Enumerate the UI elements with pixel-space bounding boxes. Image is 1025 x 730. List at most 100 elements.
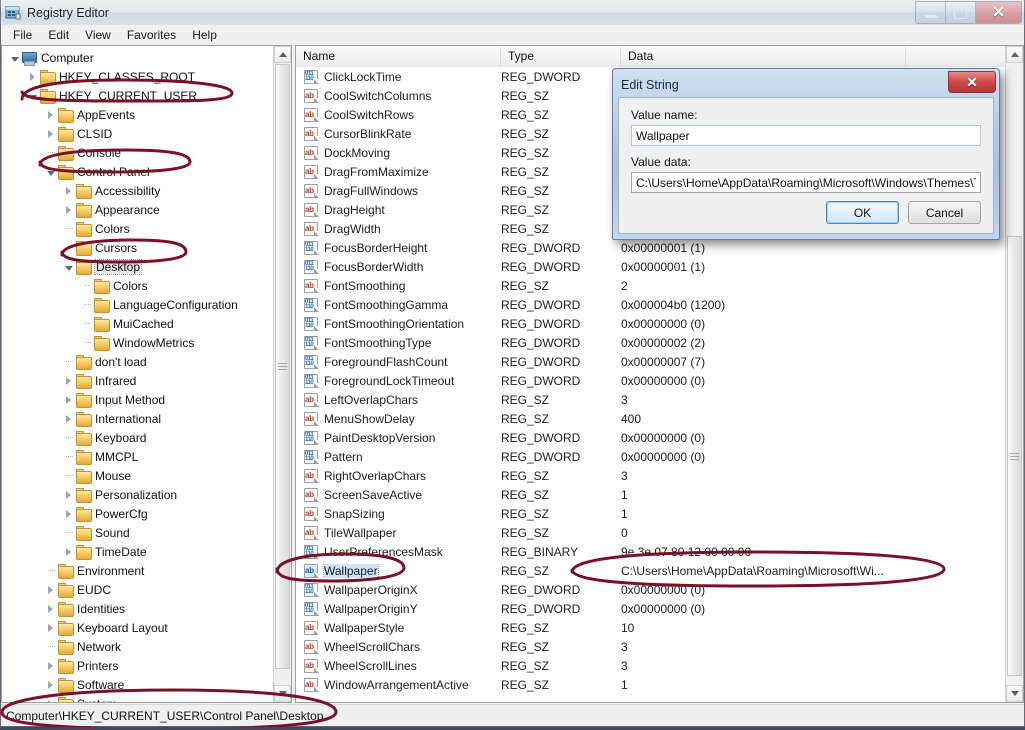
tree-node-sound[interactable]: Sound [6,523,274,542]
expander-expand-icon[interactable] [62,203,75,216]
dialog-close-button[interactable]: ✕ [948,71,996,93]
expander-expand-icon[interactable] [44,602,57,615]
table-row[interactable]: 011 110 FontSmoothingType REG_DWORD 0x000000… [296,333,1006,352]
table-row[interactable]: ab ScreenSaveActive REG_SZ 1 [296,485,1006,504]
table-row[interactable]: 011 110 FocusBorderWidth REG_DWORD 0x0000000… [296,257,1006,276]
table-row[interactable]: ab SnapSizing REG_SZ 1 [296,504,1006,523]
tree-node-personalization[interactable]: Personalization [6,485,274,504]
tree-node-network[interactable]: Network [6,637,274,656]
tree-node-printers[interactable]: Printers [6,656,274,675]
tree-vertical-scrollbar[interactable] [273,46,291,702]
expander-collapse-icon[interactable] [26,89,39,102]
restore-button[interactable] [946,2,976,23]
tree-node-appevents[interactable]: AppEvents [6,105,274,124]
column-header-name[interactable]: Name [296,46,501,67]
tree-node-colors[interactable]: Colors [6,276,274,295]
column-header-type[interactable]: Type [501,46,621,67]
value-data-input[interactable] [631,172,981,193]
expander-collapse-icon[interactable] [44,165,57,178]
tree-node-control-panel[interactable]: Control Panel [6,162,274,181]
list-vertical-scrollbar[interactable] [1005,46,1023,702]
registry-tree[interactable]: Computer HKEY_CLASSES_ROOT HKEY_CURRENT_US… [2,46,274,702]
table-row[interactable]: 011 110 ForegroundFlashCount REG_DWORD 0x000… [296,352,1006,371]
table-row[interactable]: ab MenuShowDelay REG_SZ 400 [296,409,1006,428]
table-row[interactable]: 011 110 PaintDesktopVersion REG_DWORD 0x0000… [296,428,1006,447]
tree-node-muicached[interactable]: MuiCached [6,314,274,333]
table-row[interactable]: ab FontSmoothing REG_SZ 2 [296,276,1006,295]
list-scroll-thumb[interactable] [1007,236,1022,676]
tree-node-timedate[interactable]: TimeDate [6,542,274,561]
expander-expand-icon[interactable] [62,545,75,558]
tree-node-infrared[interactable]: Infrared [6,371,274,390]
table-row[interactable]: 011 110 UserPreferencesMask REG_BINARY 9e 3e… [296,542,1006,561]
expander-expand-icon[interactable] [62,412,75,425]
table-row[interactable]: 011 110 FontSmoothingGamma REG_DWORD 0x00000… [296,295,1006,314]
expander-expand-icon[interactable] [44,127,57,140]
tree-node-cursors[interactable]: Cursors [6,238,274,257]
expander-expand-icon[interactable] [44,697,57,702]
table-row[interactable]: 011 110 FontSmoothingOrientation REG_DWORD 0… [296,314,1006,333]
list-scroll-up-button[interactable] [1006,46,1023,63]
table-row[interactable]: 011 110 WallpaperOriginY REG_DWORD 0x0000000… [296,599,1006,618]
value-name-input[interactable] [631,125,981,146]
tree-node-clsid[interactable]: CLSID [6,124,274,143]
expander-expand-icon[interactable] [62,184,75,197]
tree-node-mmcpl[interactable]: MMCPL [6,447,274,466]
table-row[interactable]: ab RightOverlapChars REG_SZ 3 [296,466,1006,485]
expander-expand-icon[interactable] [62,488,75,501]
tree-node-keyboard-layout[interactable]: Keyboard Layout [6,618,274,637]
tree-node-system[interactable]: System [6,694,274,702]
tree-node-eudc[interactable]: EUDC [6,580,274,599]
table-row[interactable]: 011 110 FocusBorderHeight REG_DWORD 0x000000… [296,238,1006,257]
table-row[interactable]: ab WheelScrollLines REG_SZ 3 [296,656,1006,675]
menu-view[interactable]: View [77,26,119,44]
list-scroll-down-button[interactable] [1006,685,1023,702]
tree-node-desktop[interactable]: Desktop [6,257,274,276]
expander-collapse-icon[interactable] [8,51,21,64]
ok-button[interactable]: OK [826,201,899,224]
tree-node-mouse[interactable]: Mouse [6,466,274,485]
table-row[interactable]: 011 110 WallpaperOriginX REG_DWORD 0x0000000… [296,580,1006,599]
table-row[interactable]: ab WallpaperStyle REG_SZ 10 [296,618,1006,637]
expander-expand-icon[interactable] [44,659,57,672]
tree-scroll-down-button[interactable] [274,685,291,702]
tree-node-input-method[interactable]: Input Method [6,390,274,409]
tree-node-computer[interactable]: Computer [6,48,274,67]
tree-node-accessibility[interactable]: Accessibility [6,181,274,200]
tree-node-software[interactable]: Software [6,675,274,694]
expander-expand-icon[interactable] [62,507,75,520]
tree-node-languageconfiguration[interactable]: LanguageConfiguration [6,295,274,314]
expander-expand-icon[interactable] [26,70,39,83]
expander-expand-icon[interactable] [62,393,75,406]
menu-edit[interactable]: Edit [40,26,77,44]
expander-expand-icon[interactable] [44,678,57,691]
tree-node-hkey-classes-root[interactable]: HKEY_CLASSES_ROOT [6,67,274,86]
tree-scroll-thumb[interactable] [275,64,290,669]
menu-help[interactable]: Help [184,26,225,44]
table-row[interactable]: 011 110 Pattern REG_DWORD 0x00000000 (0) [296,447,1006,466]
tree-node-keyboard[interactable]: Keyboard [6,428,274,447]
tree-node-console[interactable]: Console [6,143,274,162]
minimize-button[interactable] [916,2,946,23]
cancel-button[interactable]: Cancel [908,201,981,224]
expander-collapse-icon[interactable] [62,260,75,273]
tree-node-appearance[interactable]: Appearance [6,200,274,219]
menu-favorites[interactable]: Favorites [119,26,184,44]
table-row[interactable]: ab WindowArrangementActive REG_SZ 1 [296,675,1006,694]
column-header-data[interactable]: Data [621,46,906,67]
table-row[interactable]: ab TileWallpaper REG_SZ 0 [296,523,1006,542]
tree-node-hkey-current-user[interactable]: HKEY_CURRENT_USER [6,86,274,105]
tree-scroll-up-button[interactable] [274,46,291,63]
expander-expand-icon[interactable] [44,583,57,596]
close-button[interactable]: ✕ [976,2,1021,23]
expander-expand-icon[interactable] [44,621,57,634]
expander-expand-icon[interactable] [44,108,57,121]
tree-node-identities[interactable]: Identities [6,599,274,618]
tree-node-powercfg[interactable]: PowerCfg [6,504,274,523]
tree-node-windowmetrics[interactable]: WindowMetrics [6,333,274,352]
tree-node-colors[interactable]: Colors [6,219,274,238]
table-row[interactable]: 011 110 ForegroundLockTimeout REG_DWORD 0x00… [296,371,1006,390]
table-row[interactable]: ab Wallpaper REG_SZ C:\Users\Home\AppData\R… [296,561,1006,580]
menu-file[interactable]: File [5,26,40,44]
tree-node-international[interactable]: International [6,409,274,428]
